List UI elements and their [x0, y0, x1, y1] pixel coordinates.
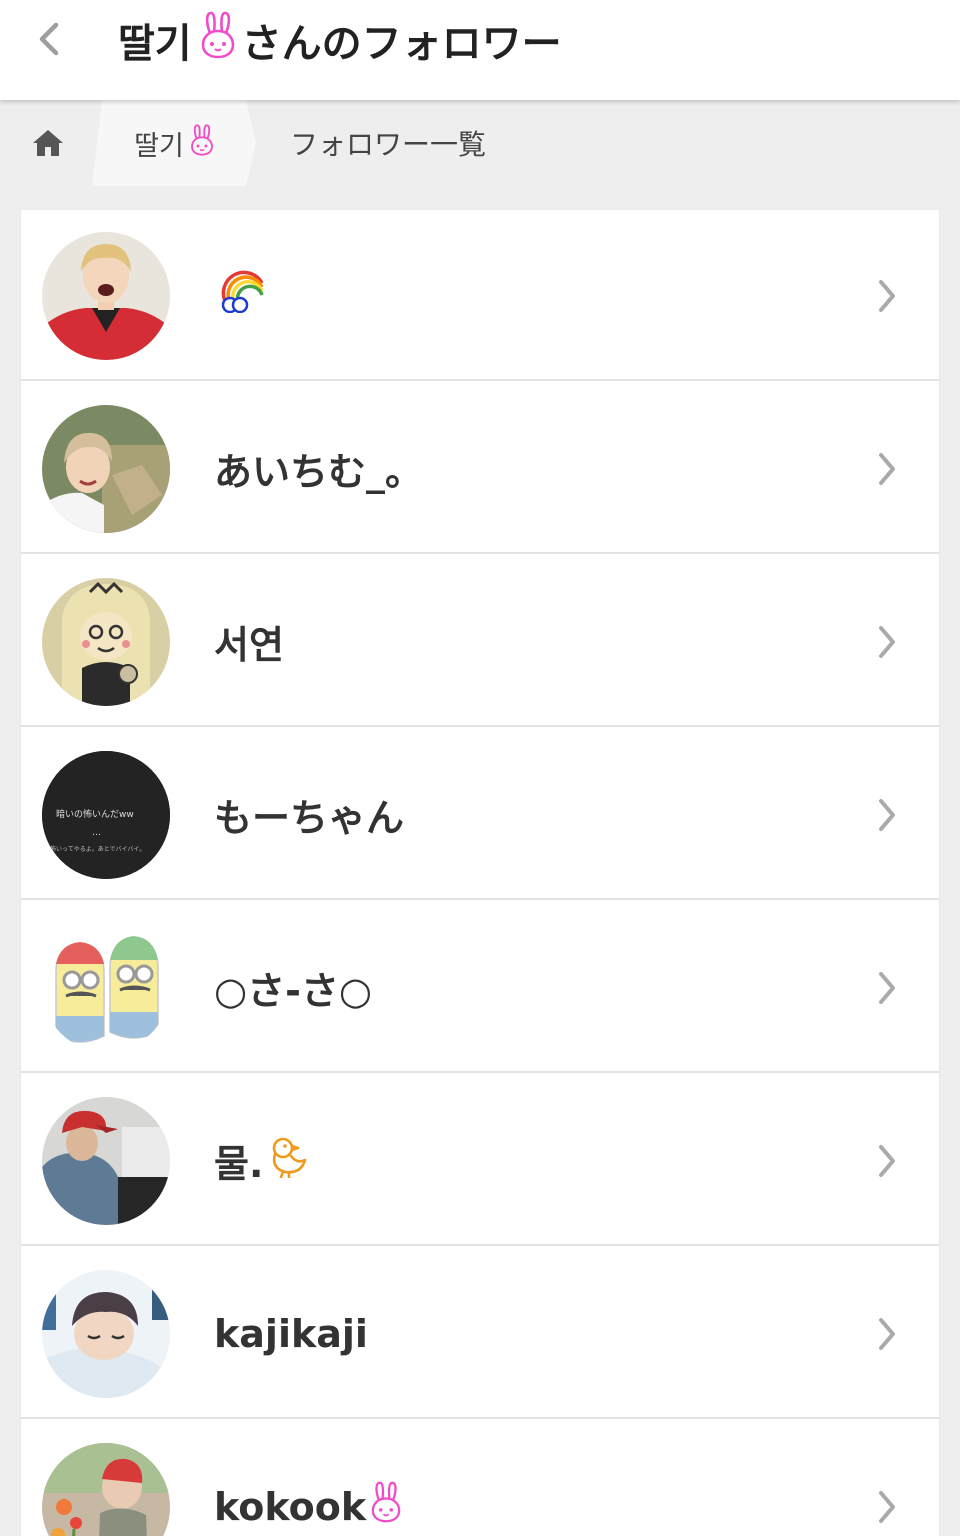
chevron-right-icon	[879, 280, 895, 312]
breadcrumb-user[interactable]: 딸기	[92, 100, 256, 186]
title-suffix: さんのフォロワー	[241, 21, 562, 67]
rainbow-icon	[218, 269, 266, 322]
chevron-left-icon	[39, 22, 59, 56]
avatar-caption: 暗いの怖いんだww	[56, 808, 134, 820]
breadcrumb: 딸기 フォロワー一覧	[0, 100, 960, 186]
chevron-right-icon	[879, 799, 895, 831]
chevron-right-icon	[879, 1318, 895, 1350]
avatar	[42, 578, 170, 706]
follower-name: あいちむ_。	[214, 450, 424, 494]
avatar-caption: …	[92, 828, 101, 838]
follower-row[interactable]: kajikaji	[21, 1248, 939, 1419]
follower-row[interactable]: ○さ-さ○	[21, 902, 939, 1073]
follower-row[interactable]: 물.	[21, 1075, 939, 1246]
chevron-right-icon	[879, 453, 895, 485]
follower-name: ○さ-さ○	[214, 969, 373, 1013]
follower-name: もーちゃん	[214, 796, 405, 840]
chick-icon	[267, 1134, 311, 1187]
avatar-caption: 怖いってやるよ。あとでバイバイ。	[50, 845, 145, 853]
rabbit-face-icon	[370, 1481, 402, 1532]
follower-row[interactable]: 暗いの怖いんだww … 怖いってやるよ。あとでバイバイ。 もーちゃん	[21, 729, 939, 900]
chevron-right-icon	[879, 1145, 895, 1177]
follower-name: 서연	[214, 623, 284, 667]
breadcrumb-user-label: 딸기	[134, 130, 184, 162]
chevron-right-icon	[879, 626, 895, 658]
follower-name: kokook	[214, 1421, 402, 1536]
chevron-right-icon	[879, 1491, 895, 1523]
breadcrumb-home[interactable]	[0, 100, 102, 186]
follower-list: あいちむ_。 서연 暗いの怖いんだww … 怖いってやるよ。あとでバイバイ。 も…	[21, 210, 939, 1536]
avatar	[42, 1097, 170, 1225]
avatar	[42, 405, 170, 533]
follower-name: 물.	[214, 1075, 311, 1246]
breadcrumb-current: フォロワー一覧	[290, 128, 487, 161]
follower-name: kajikaji	[214, 1311, 368, 1356]
avatar	[42, 924, 170, 1052]
chevron-right-icon	[879, 972, 895, 1004]
follower-row[interactable]: あいちむ_。	[21, 383, 939, 554]
follower-name	[214, 210, 266, 381]
follower-row[interactable]: 서연	[21, 556, 939, 727]
avatar: 暗いの怖いんだww … 怖いってやるよ。あとでバイバイ。	[42, 751, 170, 879]
app-header: 딸기 さんのフォロワー	[0, 0, 960, 100]
avatar	[42, 1443, 170, 1536]
avatar	[42, 232, 170, 360]
page-title: 딸기 さんのフォロワー	[118, 11, 562, 69]
back-button[interactable]	[22, 12, 76, 66]
follower-row[interactable]: kokook	[21, 1421, 939, 1536]
follower-row[interactable]	[21, 210, 939, 381]
avatar	[42, 1270, 170, 1398]
rabbit-face-icon	[200, 11, 236, 69]
home-icon	[33, 130, 63, 156]
title-user-name: 딸기	[118, 21, 192, 67]
rabbit-face-icon	[190, 123, 214, 163]
